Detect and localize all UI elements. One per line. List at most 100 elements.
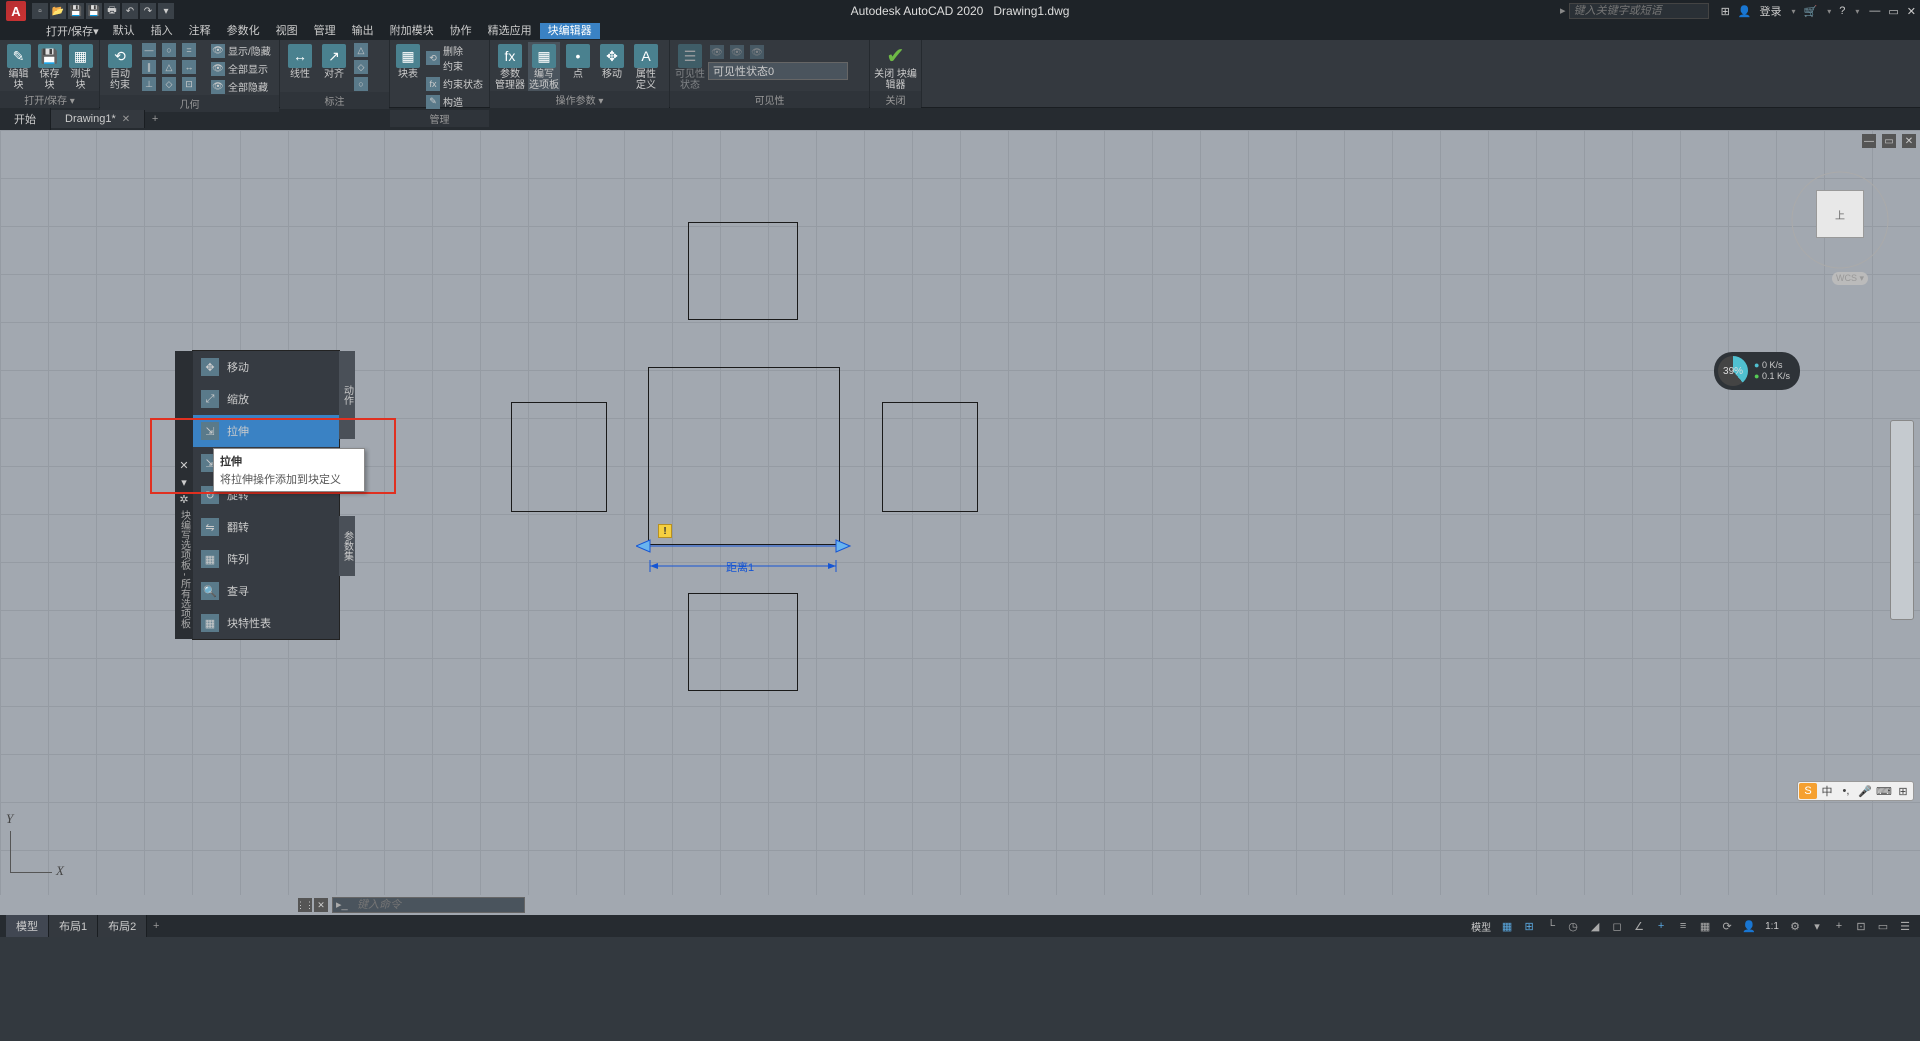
wcs-label[interactable]: WCS ▾ (1832, 272, 1868, 285)
grid-icon[interactable]: ▦ (1498, 917, 1516, 935)
ribbon-tab-1[interactable]: 插入 (143, 23, 181, 39)
palette-item-缩放[interactable]: ⤢缩放 (193, 383, 339, 415)
vis-icon[interactable]: 👁 (708, 44, 726, 60)
ribbon-tab-5[interactable]: 管理 (306, 23, 344, 39)
palette-pin-icon[interactable]: ▾ (177, 476, 191, 490)
point-button[interactable]: •点 (562, 42, 594, 80)
constraint-state-button[interactable]: fx约束状态 (424, 75, 485, 92)
ime-grid-icon[interactable]: ⊞ (1894, 783, 1912, 799)
authoring-palette-button[interactable]: ▦编写 选项板 (528, 42, 560, 91)
app-logo[interactable]: A (6, 1, 26, 21)
ime-mic-icon[interactable]: 🎤 (1856, 783, 1874, 799)
new-icon[interactable]: ▫ (32, 3, 48, 19)
drawing-rect[interactable] (688, 222, 798, 320)
restore-icon[interactable]: ▭ (1888, 5, 1898, 18)
help-search-input[interactable] (1569, 3, 1709, 19)
add-layout-button[interactable]: + (147, 920, 165, 932)
param-manager-button[interactable]: fx参数 管理器 (494, 42, 526, 91)
open-icon[interactable]: 📂 (50, 3, 66, 19)
gc-icon[interactable]: ↔ (180, 59, 198, 75)
palette-item-拉伸[interactable]: ⇲拉伸 (193, 415, 339, 447)
ime-toolbar[interactable]: S 中 •, 🎤 ⌨ ⊞ (1797, 781, 1914, 801)
command-input[interactable] (332, 897, 525, 913)
edit-block-button[interactable]: ✎编辑 块 (4, 42, 33, 91)
gc-icon[interactable]: ○ (160, 42, 178, 58)
customize-icon[interactable]: ☰ (1896, 917, 1914, 935)
drawing-rect[interactable] (688, 593, 798, 691)
warning-badge-icon[interactable]: ! (658, 524, 672, 538)
cycling-icon[interactable]: ⟳ (1718, 917, 1736, 935)
show-all-button[interactable]: 👁全部显示 (209, 60, 273, 77)
saveas-icon[interactable]: 💾 (86, 3, 102, 19)
connectivity-icon[interactable]: ⊞ (1721, 5, 1730, 18)
manage-sub-button[interactable]: ⟲删除约束 (424, 42, 485, 74)
palette-tab-paramsets[interactable]: 参数集 (339, 516, 355, 576)
snap-icon[interactable]: ⊞ (1520, 917, 1538, 935)
vp-close-icon[interactable]: ✕ (1902, 134, 1916, 148)
vp-minimize-icon[interactable]: — (1862, 134, 1876, 148)
align-button[interactable]: ↗对齐 (318, 42, 350, 80)
new-tab-button[interactable]: + (145, 113, 165, 125)
ribbon-tab-7[interactable]: 附加模块 (382, 23, 442, 39)
dyn-input-icon[interactable]: + (1652, 917, 1670, 935)
layout-tab-布局2[interactable]: 布局2 (98, 915, 147, 937)
clean-screen-icon[interactable]: ▭ (1874, 917, 1892, 935)
ribbon-tab-2[interactable]: 注释 (181, 23, 219, 39)
ribbon-tab-6[interactable]: 输出 (344, 23, 382, 39)
tab-start[interactable]: 开始 (0, 108, 51, 130)
ime-cn-button[interactable]: 中 (1818, 783, 1836, 799)
ortho-icon[interactable]: └ (1542, 917, 1560, 935)
block-table-button[interactable]: ▦块表 (394, 42, 422, 80)
ime-punct-icon[interactable]: •, (1837, 783, 1855, 799)
ribbon-tab-9[interactable]: 精选应用 (480, 23, 540, 39)
linear-button[interactable]: ↔线性 (284, 42, 316, 80)
palette-item-块特性表[interactable]: ▦块特性表 (193, 607, 339, 639)
palette-item-阵列[interactable]: ▦阵列 (193, 543, 339, 575)
gc-icon[interactable]: ◇ (160, 76, 178, 92)
construction-button[interactable]: ✎构造 (424, 93, 485, 110)
redo-icon[interactable]: ↷ (140, 3, 156, 19)
palette-close-icon[interactable]: ✕ (177, 459, 191, 473)
gc-icon[interactable]: ∥ (140, 59, 158, 75)
ime-keyboard-icon[interactable]: ⌨ (1875, 783, 1893, 799)
user-icon[interactable]: 👤 (1740, 917, 1758, 935)
visibility-state-input[interactable] (708, 62, 848, 80)
osnap-icon[interactable]: ◻ (1608, 917, 1626, 935)
login-button[interactable]: 登录 (1760, 3, 1782, 19)
exchange-icon[interactable]: 🛒 (1804, 5, 1818, 18)
viewcube-face[interactable]: 上 (1816, 190, 1864, 238)
plot-icon[interactable]: 🖶 (104, 3, 120, 19)
gc-icon[interactable]: — (140, 42, 158, 58)
cmd-handle-icon[interactable]: ⋮⋮ (298, 898, 312, 912)
ime-logo-icon[interactable]: S (1799, 783, 1817, 799)
qat-dropdown-icon[interactable]: ▾ (158, 3, 174, 19)
hide-all-button[interactable]: 👁全部隐藏 (209, 78, 273, 95)
polar-icon[interactable]: ◷ (1564, 917, 1582, 935)
tab-drawing1[interactable]: Drawing1*✕ (51, 110, 145, 128)
viewcube[interactable]: 上 (1780, 160, 1900, 280)
close-block-editor-button[interactable]: ✔关闭 块编辑器 (874, 42, 917, 91)
vp-restore-icon[interactable]: ▭ (1882, 134, 1896, 148)
anno-icon[interactable]: + (1830, 917, 1848, 935)
transparency-icon[interactable]: ▦ (1696, 917, 1714, 935)
palette-item-查寻[interactable]: 🔍查寻 (193, 575, 339, 607)
vis-icon[interactable]: 👁 (728, 44, 746, 60)
open-save-menu[interactable]: 打开/保存 ▾ (40, 22, 105, 40)
palette-header[interactable]: ✕ ▾ ✲ 块编写选项板 - 所有选项板 (175, 351, 193, 639)
drawing-area[interactable]: — ▭ ✕ 上 WCS ▾ 39% ● 0 K/s ● 0.1 K/s ✕ ▾ … (0, 130, 1920, 895)
close-tab-icon[interactable]: ✕ (122, 114, 130, 125)
gc-icon[interactable]: ⊡ (180, 76, 198, 92)
visibility-state-button[interactable]: ☰可见性 状态 (674, 42, 706, 91)
vis-icon[interactable]: 👁 (748, 44, 766, 60)
ribbon-tab-0[interactable]: 默认 (105, 23, 143, 39)
status-model[interactable]: 模型 (1468, 919, 1494, 934)
otrack-icon[interactable]: ∠ (1630, 917, 1648, 935)
gc-icon[interactable]: ⊥ (140, 76, 158, 92)
gc-icon[interactable]: △ (160, 59, 178, 75)
user-icon[interactable]: 👤 (1738, 5, 1752, 18)
palette-tab-actions[interactable]: 动作 (339, 351, 355, 439)
save-icon[interactable]: 💾 (68, 3, 84, 19)
hardware-accel-icon[interactable]: ⊡ (1852, 917, 1870, 935)
help-icon[interactable]: ? (1839, 5, 1845, 17)
workspace-icon[interactable]: ▾ (1808, 917, 1826, 935)
